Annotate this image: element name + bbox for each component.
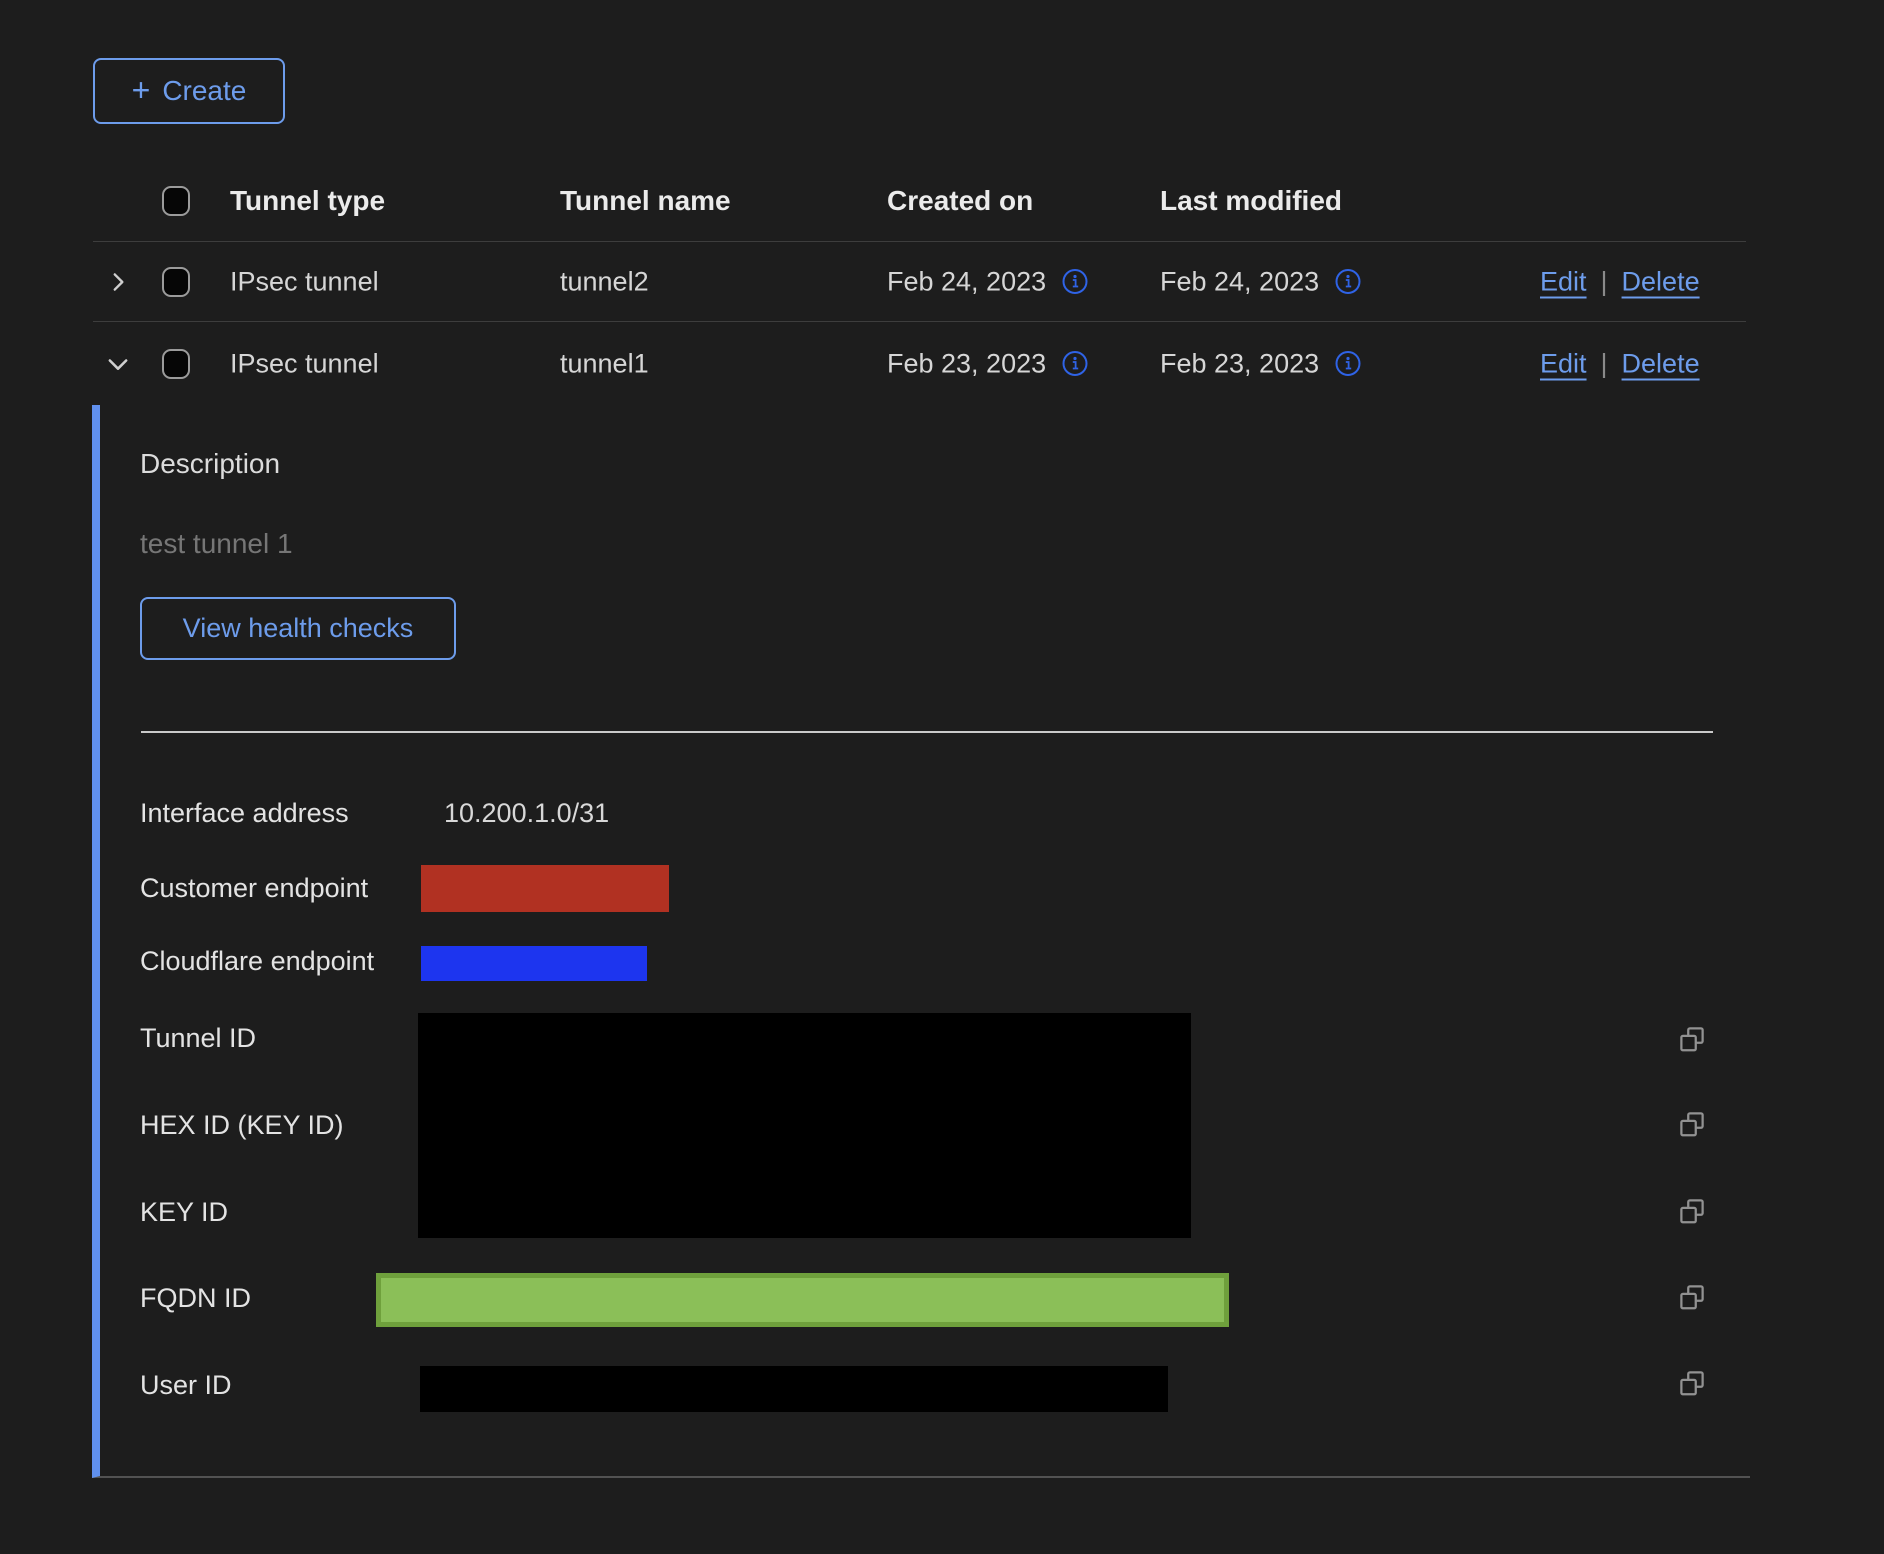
row-checkbox[interactable] (162, 349, 190, 379)
edit-link[interactable]: Edit (1540, 348, 1587, 379)
column-header-created-on: Created on (887, 185, 1033, 217)
user-id-label: User ID (140, 1370, 232, 1401)
column-header-last-modified: Last modified (1160, 185, 1342, 217)
tunnel-id-label: Tunnel ID (140, 1023, 256, 1054)
tunnel-type-cell: IPsec tunnel (230, 266, 379, 297)
customer-endpoint-label: Customer endpoint (140, 873, 368, 904)
interface-address-label: Interface address (140, 798, 349, 829)
last-modified-cell: Feb 23, 2023 (1160, 348, 1361, 379)
description-value: test tunnel 1 (140, 528, 293, 560)
fqdn-id-label: FQDN ID (140, 1283, 251, 1314)
expand-row-button[interactable] (101, 265, 135, 299)
cloudflare-endpoint-redacted-value (421, 946, 647, 981)
edit-link[interactable]: Edit (1540, 266, 1587, 297)
chevron-right-icon (105, 269, 131, 295)
created-on-date: Feb 24, 2023 (887, 266, 1046, 297)
user-id-redacted-value (420, 1366, 1168, 1412)
column-header-tunnel-name: Tunnel name (560, 185, 731, 217)
copy-icon[interactable] (1676, 1367, 1708, 1399)
created-on-cell: Feb 23, 2023 (887, 348, 1088, 379)
action-separator: | (1601, 266, 1608, 297)
created-on-cell: Feb 24, 2023 (887, 266, 1088, 297)
delete-link[interactable]: Delete (1622, 348, 1700, 379)
key-id-label: KEY ID (140, 1197, 228, 1228)
copy-icon[interactable] (1676, 1281, 1708, 1313)
plus-icon: + (132, 74, 151, 106)
cloudflare-endpoint-label: Cloudflare endpoint (140, 946, 374, 977)
delete-link[interactable]: Delete (1622, 266, 1700, 297)
customer-endpoint-redacted-value (421, 865, 669, 912)
description-label: Description (140, 448, 280, 480)
tunnels-page: + Create Tunnel type Tunnel name Created… (0, 0, 1884, 1554)
table-row: IPsec tunnel tunnel2 Feb 24, 2023 Feb 24… (93, 242, 1746, 322)
chevron-down-icon (104, 350, 132, 378)
view-health-checks-button[interactable]: View health checks (140, 597, 456, 660)
copy-icon[interactable] (1676, 1023, 1708, 1055)
copy-icon[interactable] (1676, 1108, 1708, 1140)
table-row: IPsec tunnel tunnel1 Feb 23, 2023 Feb 23… (93, 322, 1746, 405)
created-on-date: Feb 23, 2023 (887, 348, 1046, 379)
info-circle-icon[interactable] (1062, 351, 1088, 377)
hex-id-label: HEX ID (KEY ID) (140, 1110, 344, 1141)
last-modified-date: Feb 24, 2023 (1160, 266, 1319, 297)
tunnel-detail-panel: Description test tunnel 1 View health ch… (92, 405, 1750, 1478)
last-modified-cell: Feb 24, 2023 (1160, 266, 1361, 297)
row-checkbox[interactable] (162, 267, 190, 297)
select-all-checkbox[interactable] (162, 186, 190, 216)
copy-icon[interactable] (1676, 1195, 1708, 1227)
info-circle-icon[interactable] (1335, 351, 1361, 377)
ids-redacted-value (418, 1013, 1191, 1238)
column-header-tunnel-type: Tunnel type (230, 185, 385, 217)
table-header-row: Tunnel type Tunnel name Created on Last … (93, 160, 1746, 242)
fqdn-id-redacted-value (376, 1273, 1229, 1327)
create-button-label: Create (162, 75, 246, 107)
interface-address-value: 10.200.1.0/31 (444, 798, 609, 829)
create-button[interactable]: + Create (93, 58, 285, 124)
collapse-row-button[interactable] (101, 347, 135, 381)
last-modified-date: Feb 23, 2023 (1160, 348, 1319, 379)
tunnel-type-cell: IPsec tunnel (230, 348, 379, 379)
action-separator: | (1601, 348, 1608, 379)
info-circle-icon[interactable] (1062, 269, 1088, 295)
view-health-checks-label: View health checks (183, 613, 414, 644)
tunnel-name-cell: tunnel1 (560, 348, 649, 379)
info-circle-icon[interactable] (1335, 269, 1361, 295)
tunnel-name-cell: tunnel2 (560, 266, 649, 297)
section-divider (141, 731, 1713, 733)
